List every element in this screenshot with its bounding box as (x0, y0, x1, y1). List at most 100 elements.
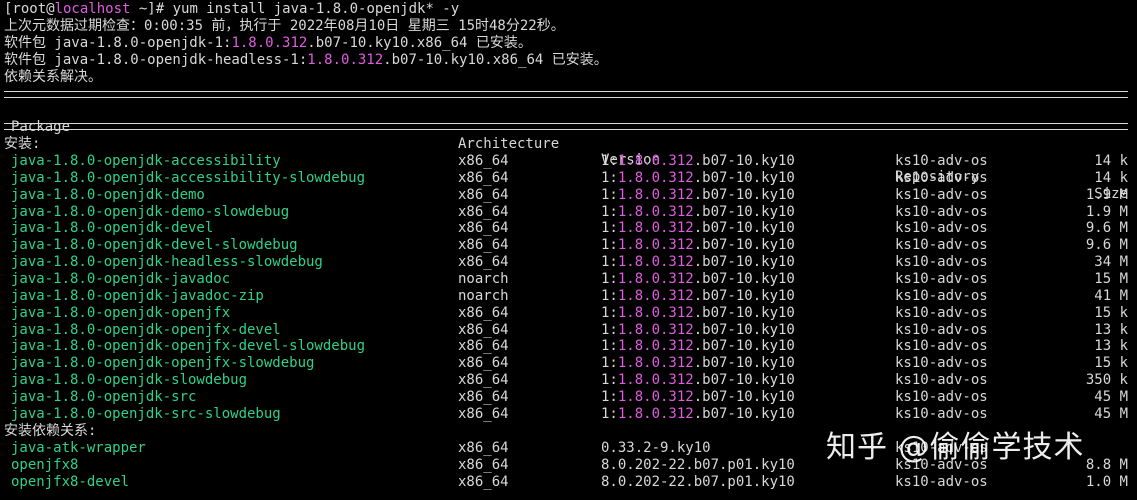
package-version: 1:1.8.0.312.b07-10.ky10 (601, 170, 795, 187)
package-version: 1:1.8.0.312.b07-10.ky10 (601, 338, 795, 355)
package-size: 45 M (1094, 388, 1128, 405)
prompt-open: [root@ (4, 1, 55, 17)
installed-version: 1.8.0.312 (231, 35, 308, 51)
zhihu-watermark: 知乎 @偷偷学技术 (826, 430, 1085, 465)
package-version: 1:1.8.0.312.b07-10.ky10 (601, 372, 795, 389)
package-name: java-1.8.0-openjdk-javadoc-zip (11, 287, 264, 304)
version-release: .b07-10.ky10 (693, 405, 795, 422)
package-name: java-1.8.0-openjdk-headless-slowdebug (11, 254, 323, 271)
table-row: java-1.8.0-openjdk-javadoc-zip noarch 1:1.… (4, 288, 1128, 305)
package-repo: ks10-adv-os (895, 321, 988, 338)
package-arch: x86_64 (458, 338, 509, 355)
package-name: java-1.8.0-openjdk-devel (11, 220, 214, 237)
version-number: 1.8.0.312 (617, 304, 694, 321)
section-deps-label: 安装依赖关系: (4, 423, 97, 439)
version-epoch: 1: (601, 355, 618, 372)
version-epoch: 1: (601, 304, 618, 321)
package-arch: x86_64 (458, 388, 509, 405)
version-epoch: 1: (601, 186, 618, 203)
version-number: 1.8.0.312 (617, 287, 694, 304)
package-name: openjfx8-devel (11, 473, 130, 490)
package-size: 14 k (1094, 153, 1128, 169)
package-size: 1.9 M (1085, 203, 1128, 220)
table-row: java-1.8.0-openjdk-demo x86_64 1:1.8.0.312… (4, 187, 1128, 204)
version-number: 1.8.0.312 (617, 372, 694, 389)
version-number: 1.8.0.312 (617, 237, 694, 254)
version-number: 1.8.0.312 (617, 355, 694, 372)
package-size: 14 k (1094, 169, 1128, 186)
table-row: java-1.8.0-openjdk-devel x86_64 1:1.8.0.31… (4, 220, 1128, 237)
package-name: java-1.8.0-openjdk-src-slowdebug (11, 405, 281, 422)
package-name: java-1.8.0-openjdk-slowdebug (11, 372, 248, 389)
installed-text: .b07-10.ky10.x86_64 已安装。 (307, 35, 532, 51)
table-row: java-1.8.0-openjdk-src-slowdebug x86_64 1:… (4, 406, 1128, 423)
installed-line: 软件包 java-1.8.0-openjdk-headless-1:1.8.0.… (4, 52, 608, 69)
package-size: 350 k (1085, 372, 1128, 389)
section-install-label: 安装: (4, 136, 41, 152)
package-version: 0.33.2-9.ky10 (601, 440, 711, 456)
table-row: java-1.8.0-openjdk-openjfx-slowdebug x86_… (4, 355, 1128, 372)
package-version: 1:1.8.0.312.b07-10.ky10 (601, 237, 795, 254)
terminal-window[interactable]: [root@localhost ~]# yum install java-1.8… (0, 0, 1137, 500)
version-number: 1.8.0.312 (617, 338, 694, 355)
prompt-host: localhost (54, 1, 131, 17)
version-epoch: 1: (601, 270, 618, 287)
package-size: 41 M (1094, 287, 1128, 304)
package-name: java-1.8.0-openjdk-demo (11, 186, 205, 203)
package-version: 1:1.8.0.312.b07-10.ky10 (601, 187, 795, 204)
package-arch: x86_64 (458, 186, 509, 203)
table-top-divider (4, 91, 1128, 98)
version-epoch: 1: (601, 237, 618, 254)
package-arch: x86_64 (458, 203, 509, 220)
package-size: 1.0 M (1085, 473, 1128, 490)
table-header-divider (4, 123, 1128, 130)
version-release: .b07-10.ky10 (693, 270, 795, 287)
version-epoch: 1: (601, 220, 618, 237)
table-row: java-1.8.0-openjdk-openjfx-devel-slowdeb… (4, 338, 1128, 355)
package-repo: ks10-adv-os (895, 388, 988, 405)
version-release: .b07-10.ky10 (693, 203, 795, 220)
package-size: 13 k (1094, 321, 1128, 338)
package-repo: ks10-adv-os (895, 355, 988, 372)
package-version: 1:1.8.0.312.b07-10.ky10 (601, 220, 795, 237)
package-arch: x86_64 (458, 372, 509, 389)
package-arch: x86_64 (458, 355, 509, 372)
version-epoch: 1: (601, 254, 618, 271)
package-version: 8.0.202-22.b07.p01.ky10 (601, 473, 795, 490)
package-repo: ks10-adv-os (895, 338, 988, 355)
version-number: 1.8.0.312 (617, 270, 694, 287)
package-version: 1:1.8.0.312.b07-10.ky10 (601, 254, 795, 271)
table-row: java-1.8.0-openjdk-slowdebug x86_64 1:1.8.… (4, 372, 1128, 389)
version-epoch: 1: (601, 338, 618, 355)
installed-text: 软件包 java-1.8.0-openjdk-headless-1: (4, 52, 308, 68)
package-repo: ks10-adv-os (895, 287, 988, 304)
table-row: java-1.8.0-openjdk-headless-slowdebug x86… (4, 254, 1128, 271)
package-repo: ks10-adv-os (895, 186, 988, 203)
package-name: java-1.8.0-openjdk-demo-slowdebug (11, 203, 290, 220)
package-name: java-1.8.0-openjdk-devel-slowdebug (11, 237, 298, 254)
version-release: .b07-10.ky10 (693, 186, 795, 203)
package-arch: x86_64 (458, 405, 509, 422)
version-number: 1.8.0.312 (617, 153, 694, 169)
package-repo: ks10-adv-os (895, 372, 988, 389)
package-name: java-1.8.0-openjdk-openjfx-devel (11, 321, 281, 338)
package-name: java-1.8.0-openjdk-openjfx-devel-slowdeb… (11, 338, 366, 355)
package-size: 15 k (1094, 304, 1128, 321)
version-release: .b07-10.ky10 (693, 287, 795, 304)
version-number: 1.8.0.312 (617, 388, 694, 405)
package-version: 1:1.8.0.312.b07-10.ky10 (601, 355, 795, 372)
package-size: 9.6 M (1085, 220, 1128, 237)
package-name: java-1.8.0-openjdk-accessibility (11, 153, 281, 169)
package-name: openjfx8 (11, 456, 79, 473)
package-arch: x86_64 (458, 456, 509, 473)
package-version: 1:1.8.0.312.b07-10.ky10 (601, 271, 795, 288)
package-arch: x86_64 (458, 169, 509, 186)
package-arch: x86_64 (458, 473, 509, 490)
package-version: 1:1.8.0.312.b07-10.ky10 (601, 153, 795, 170)
table-row: java-1.8.0-openjdk-src x86_64 1:1.8.0.312.… (4, 389, 1128, 406)
package-name: java-1.8.0-openjdk-src (11, 388, 197, 405)
version-release: .b07-10.ky10 (693, 355, 795, 372)
package-size: 1.9 M (1085, 186, 1128, 203)
prompt-command: ~]# yum install java-1.8.0-openjdk* -y (130, 1, 460, 17)
package-name: java-1.8.0-openjdk-openjfx-slowdebug (11, 355, 315, 372)
